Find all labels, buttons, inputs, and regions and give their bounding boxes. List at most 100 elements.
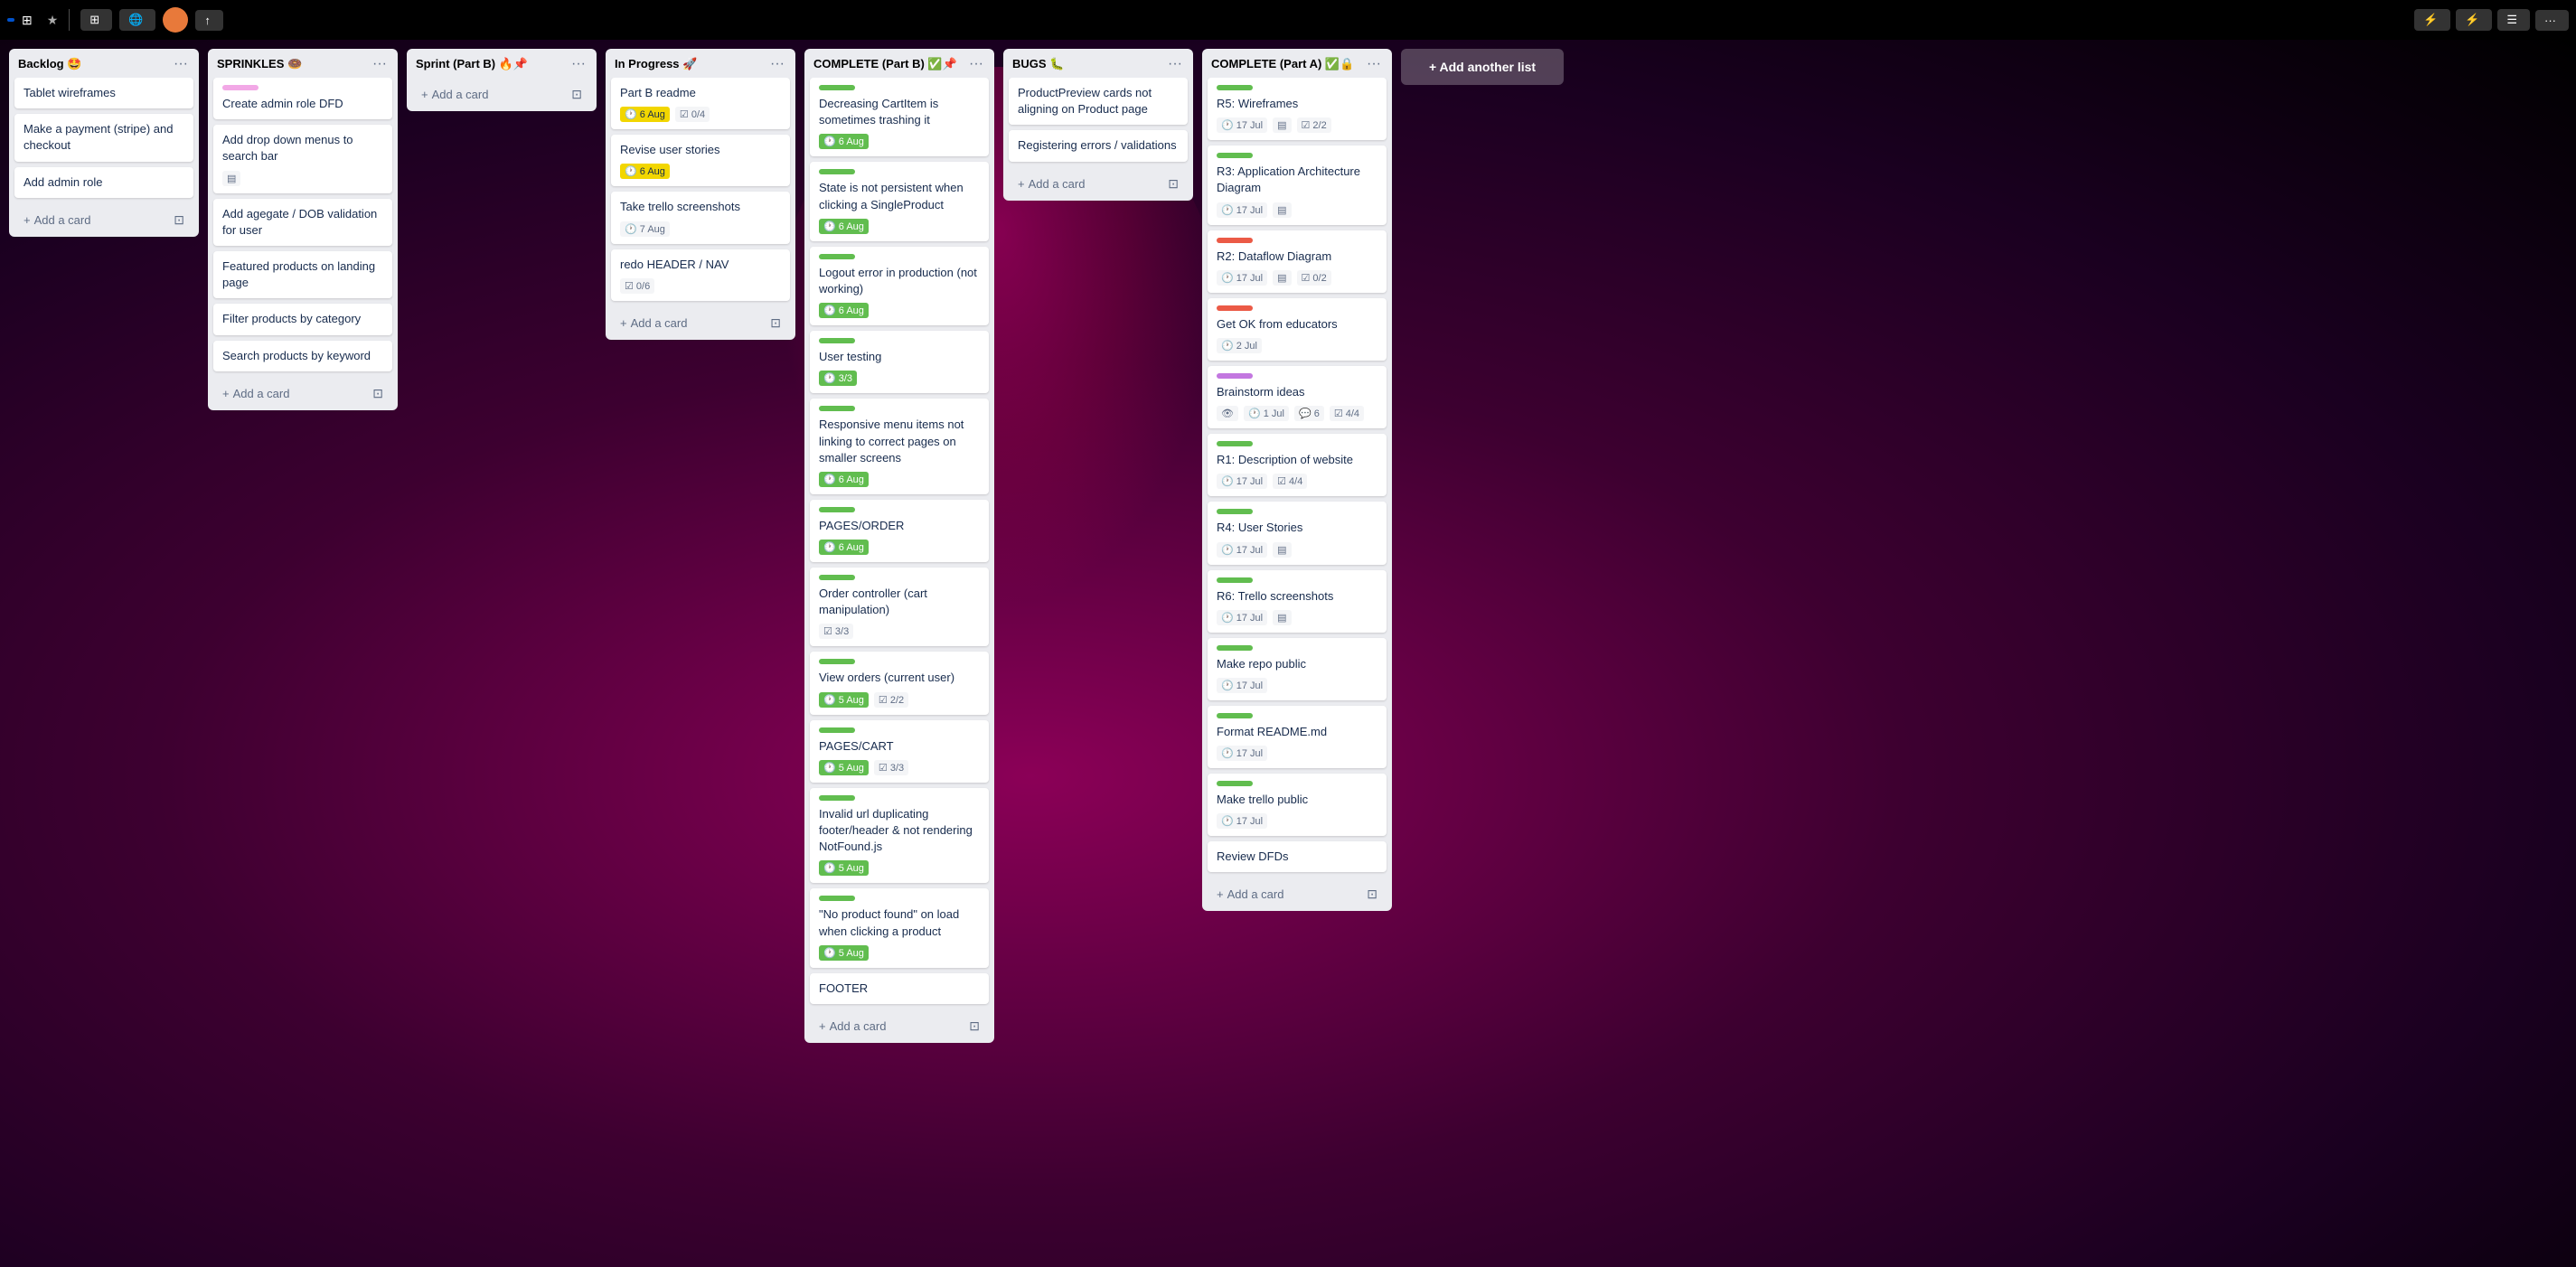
add-card-template-icon[interactable]: ⊡ xyxy=(1168,176,1179,192)
card[interactable]: Make a payment (stripe) and checkout xyxy=(14,114,193,161)
card-title: Make a payment (stripe) and checkout xyxy=(24,121,184,154)
add-list-button[interactable]: + Add another list xyxy=(1401,49,1564,85)
list-menu-button[interactable]: ··· xyxy=(1365,56,1383,72)
list-title: BUGS 🐛 xyxy=(1012,57,1166,71)
card[interactable]: ProductPreview cards not aligning on Pro… xyxy=(1009,78,1188,125)
card[interactable]: User testing 🕐 3/3 xyxy=(810,331,989,393)
card[interactable]: FOOTER xyxy=(810,973,989,1004)
card[interactable]: Decreasing CartItem is sometimes trashin… xyxy=(810,78,989,156)
more-icon: ··· xyxy=(2544,14,2556,27)
card-title: Format README.md xyxy=(1217,724,1377,740)
card[interactable]: Get OK from educators 🕐 2 Jul xyxy=(1208,298,1387,361)
board-area: Backlog 🤩 ··· Tablet wireframes Make a p… xyxy=(0,40,2576,1267)
card[interactable]: Responsive menu items not linking to cor… xyxy=(810,399,989,494)
card[interactable]: Revise user stories 🕐 6 Aug xyxy=(611,135,790,186)
card[interactable]: R2: Dataflow Diagram 🕐 17 Jul▤☑ 0/2 xyxy=(1208,230,1387,293)
add-card-template-icon[interactable]: ⊡ xyxy=(372,386,383,401)
card[interactable]: PAGES/CART 🕐 5 Aug☑ 3/3 xyxy=(810,720,989,783)
add-card-label: Add a card xyxy=(1227,887,1284,901)
date-badge: 🕐 17 Jul xyxy=(1217,678,1267,693)
add-card-button[interactable]: + Add a card ⊡ xyxy=(14,207,193,233)
card-meta: 🕐 6 Aug xyxy=(819,134,980,149)
add-card-button[interactable]: + Add a card ⊡ xyxy=(412,81,591,108)
date-badge: 🕐 17 Jul xyxy=(1217,270,1267,286)
card[interactable]: Add admin role xyxy=(14,167,193,198)
add-card-template-icon[interactable]: ⊡ xyxy=(969,1018,980,1034)
card-meta: 🕐 17 Jul xyxy=(1217,746,1377,761)
automation-button[interactable]: ⚡ xyxy=(2456,9,2492,31)
card[interactable]: State is not persistent when clicking a … xyxy=(810,162,989,240)
add-card-template-icon[interactable]: ⊡ xyxy=(571,87,582,102)
card[interactable]: Search products by keyword xyxy=(213,341,392,371)
add-card-button[interactable]: + Add a card ⊡ xyxy=(1009,171,1188,197)
list-menu-button[interactable]: ··· xyxy=(967,56,985,72)
star-icon[interactable]: ★ xyxy=(47,13,59,28)
date-badge: 🕐 5 Aug xyxy=(819,860,869,876)
list-header: BUGS 🐛 ··· xyxy=(1003,49,1193,78)
workspace-button[interactable]: ⊞ xyxy=(80,9,112,31)
card[interactable]: Review DFDs xyxy=(1208,841,1387,872)
card-label xyxy=(819,795,855,801)
card[interactable]: Part B readme 🕐 6 Aug☑ 0/4 xyxy=(611,78,790,129)
card-meta: 🕐 3/3 xyxy=(819,371,980,386)
card[interactable]: "No product found" on load when clicking… xyxy=(810,888,989,967)
filter-button[interactable]: ☰ xyxy=(2497,9,2530,31)
card[interactable]: Tablet wireframes xyxy=(14,78,193,108)
add-card-icon: + xyxy=(1018,177,1025,191)
card[interactable]: Take trello screenshots 🕐 7 Aug xyxy=(611,192,790,243)
add-card-template-icon[interactable]: ⊡ xyxy=(770,315,781,331)
list-menu-button[interactable]: ··· xyxy=(569,56,588,72)
share-button[interactable]: ↑ xyxy=(195,10,223,31)
date-badge: 🕐 5 Aug xyxy=(819,760,869,775)
list-menu-button[interactable]: ··· xyxy=(1166,56,1184,72)
avatar[interactable] xyxy=(163,7,188,33)
visibility-button[interactable]: 🌐 xyxy=(119,9,155,31)
card[interactable]: Add agegate / DOB validation for user xyxy=(213,199,392,246)
card-meta: 🕐 5 Aug☑ 2/2 xyxy=(819,692,980,708)
show-menu-button[interactable]: ··· xyxy=(2535,10,2569,31)
card[interactable]: View orders (current user) 🕐 5 Aug☑ 2/2 xyxy=(810,652,989,714)
card[interactable]: R6: Trello screenshots 🕐 17 Jul▤ xyxy=(1208,570,1387,633)
card-meta: 🕐 5 Aug xyxy=(819,860,980,876)
card[interactable]: Brainstorm ideas 👁🕐 1 Jul💬 6☑ 4/4 xyxy=(1208,366,1387,428)
card-label xyxy=(819,338,855,343)
card[interactable]: Featured products on landing page xyxy=(213,251,392,298)
public-icon: 🌐 xyxy=(128,13,143,27)
add-card-button[interactable]: + Add a card ⊡ xyxy=(213,380,392,407)
date-badge: 🕐 6 Aug xyxy=(819,472,869,487)
card[interactable]: PAGES/ORDER 🕐 6 Aug xyxy=(810,500,989,562)
card[interactable]: Filter products by category xyxy=(213,304,392,334)
add-card-template-icon[interactable]: ⊡ xyxy=(174,212,184,228)
card-label xyxy=(819,507,855,512)
card[interactable]: Invalid url duplicating footer/header & … xyxy=(810,788,989,884)
power-ups-button[interactable]: ⚡ xyxy=(2414,9,2450,31)
card[interactable]: Logout error in production (not working)… xyxy=(810,247,989,325)
card[interactable]: Create admin role DFD xyxy=(213,78,392,119)
add-card-button[interactable]: + Add a card ⊡ xyxy=(1208,881,1387,907)
card[interactable]: R4: User Stories 🕐 17 Jul▤ xyxy=(1208,502,1387,564)
card[interactable]: Add drop down menus to search bar ▤ xyxy=(213,125,392,192)
add-card-template-icon[interactable]: ⊡ xyxy=(1367,887,1377,902)
icon-badge: ▤ xyxy=(1273,542,1291,558)
checklist-badge: ☑ 0/2 xyxy=(1297,270,1331,286)
card-label xyxy=(819,169,855,174)
card[interactable]: Make repo public 🕐 17 Jul xyxy=(1208,638,1387,700)
card-title: R1: Description of website xyxy=(1217,452,1377,468)
card[interactable]: redo HEADER / NAV ☑ 0/6 xyxy=(611,249,790,301)
card[interactable]: Registering errors / validations xyxy=(1009,130,1188,161)
list-menu-button[interactable]: ··· xyxy=(172,56,190,72)
list-menu-button[interactable]: ··· xyxy=(768,56,786,72)
card[interactable]: Make trello public 🕐 17 Jul xyxy=(1208,774,1387,836)
list-menu-button[interactable]: ··· xyxy=(371,56,389,72)
card[interactable]: Format README.md 🕐 17 Jul xyxy=(1208,706,1387,768)
date-badge: 🕐 6 Aug xyxy=(620,164,670,179)
card[interactable]: R1: Description of website 🕐 17 Jul☑ 4/4 xyxy=(1208,434,1387,496)
list-title: SPRINKLES 🍩 xyxy=(217,57,371,71)
add-card-button[interactable]: + Add a card ⊡ xyxy=(810,1013,989,1039)
card-meta: 🕐 5 Aug xyxy=(819,945,980,961)
card[interactable]: R5: Wireframes 🕐 17 Jul▤☑ 2/2 xyxy=(1208,78,1387,140)
card[interactable]: R3: Application Architecture Diagram 🕐 1… xyxy=(1208,145,1387,224)
card-meta: 🕐 7 Aug xyxy=(620,221,781,237)
add-card-button[interactable]: + Add a card ⊡ xyxy=(611,310,790,336)
card[interactable]: Order controller (cart manipulation) ☑ 3… xyxy=(810,568,989,646)
